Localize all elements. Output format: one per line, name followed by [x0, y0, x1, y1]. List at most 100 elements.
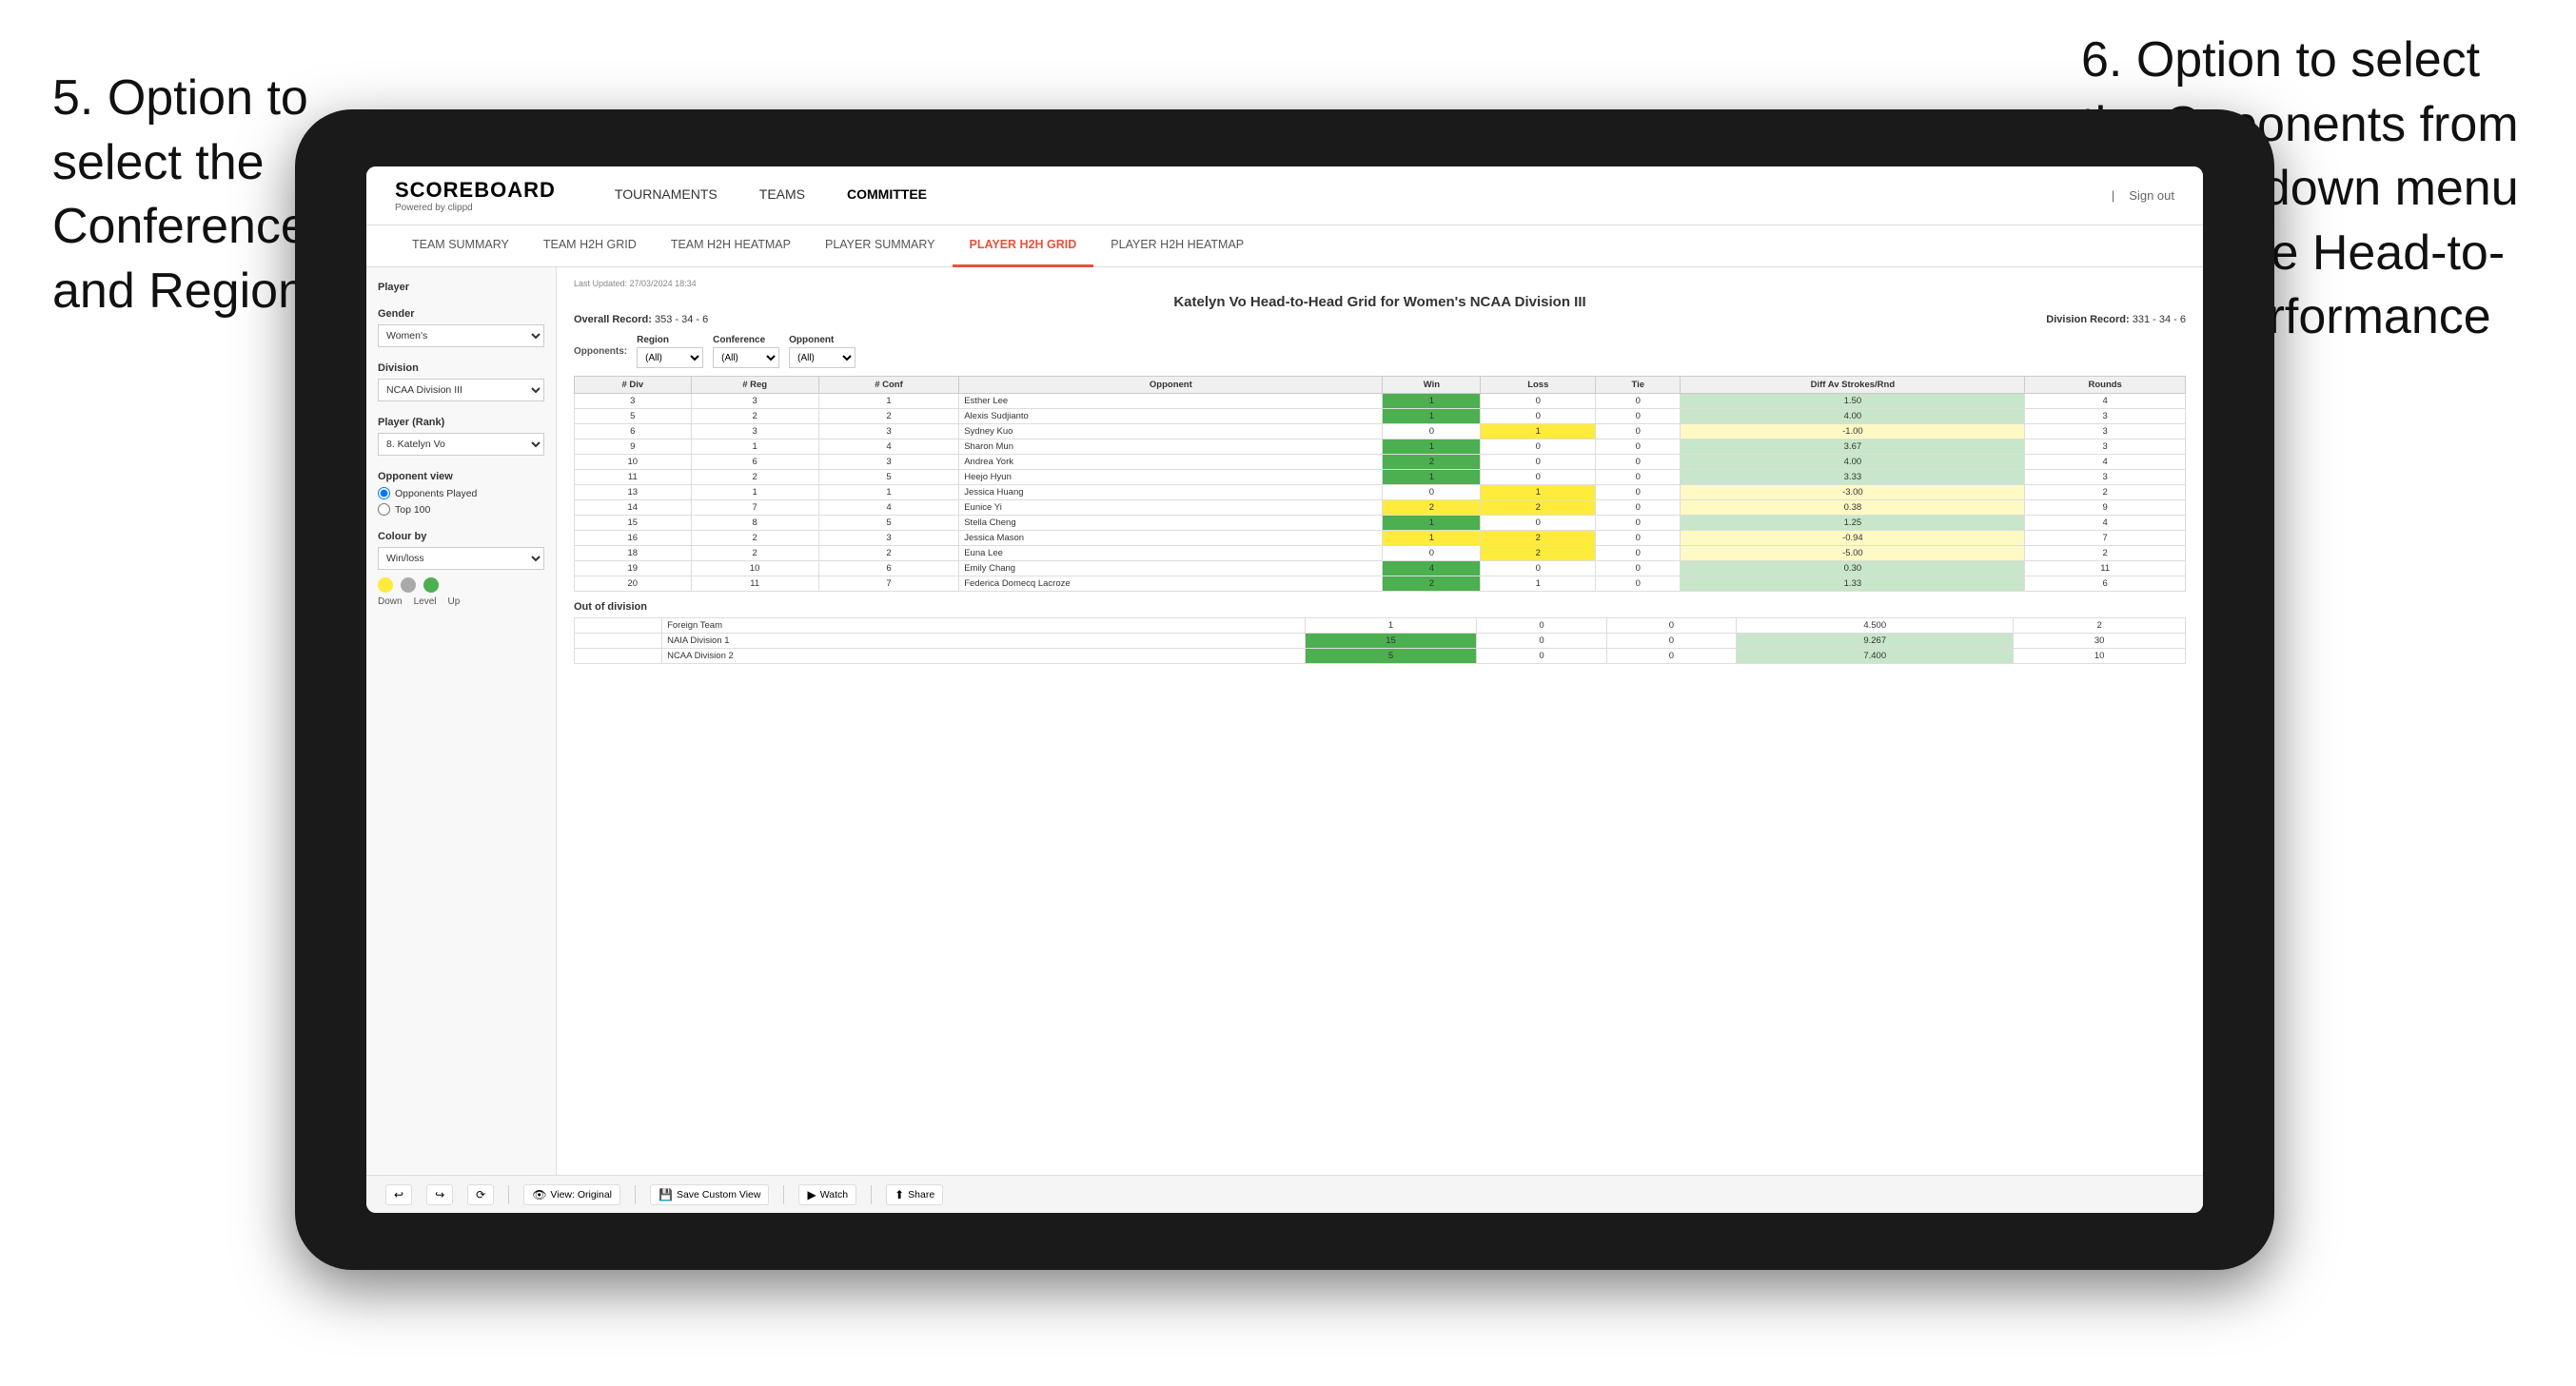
sidebar: Player Gender Women's Division NCAA Divi… — [366, 267, 557, 1175]
nav-committee[interactable]: COMMITTEE — [826, 166, 948, 225]
col-opponent: Opponent — [959, 377, 1383, 394]
table-row: 19 10 6 Emily Chang 4 0 0 0.30 11 — [575, 561, 2186, 576]
division-record: Division Record: 331 - 34 - 6 — [2046, 314, 2186, 325]
table-row: NAIA Division 1 15 0 0 9.267 30 — [575, 634, 2186, 649]
table-row: 11 2 5 Heejo Hyun 1 0 0 3.33 3 — [575, 470, 2186, 485]
logo-sub: Powered by clippd — [395, 203, 556, 213]
last-updated: Last Updated: 27/03/2024 18:34 — [574, 279, 2186, 288]
main-data-table: # Div # Reg # Conf Opponent Win Loss Tie… — [574, 376, 2186, 592]
save-custom-view-button[interactable]: 💾 Save Custom View — [650, 1184, 769, 1205]
tablet-screen: SCOREBOARD Powered by clippd TOURNAMENTS… — [366, 166, 2203, 1213]
opponent-select[interactable]: (All) — [789, 347, 855, 368]
table-row: 16 2 3 Jessica Mason 1 2 0 -0.94 7 — [575, 531, 2186, 546]
watch-icon: ▶ — [807, 1188, 816, 1201]
nav-right: | Sign out — [2112, 188, 2174, 203]
region-filter-group: Region (All) — [637, 335, 703, 368]
sign-out-link[interactable]: Sign out — [2129, 188, 2174, 203]
conference-select[interactable]: (All) — [713, 347, 779, 368]
col-tie: Tie — [1596, 377, 1681, 394]
radio-top-100[interactable]: Top 100 — [378, 503, 544, 516]
nav-tournaments[interactable]: TOURNAMENTS — [594, 166, 738, 225]
sidebar-division-section: Division NCAA Division III — [378, 362, 544, 401]
nav-teams[interactable]: TEAMS — [738, 166, 826, 225]
region-select[interactable]: (All) — [637, 347, 703, 368]
view-original-button[interactable]: 👁 View: Original — [523, 1184, 620, 1205]
radio-opponents-played[interactable]: Opponents Played — [378, 487, 544, 499]
filter-section: Opponents: Region (All) Conference (All) — [574, 335, 2186, 368]
color-indicators — [378, 577, 544, 593]
color-dot-level — [401, 577, 416, 593]
logo-text: SCOREBOARD — [395, 178, 556, 203]
watch-button[interactable]: ▶ Watch — [798, 1184, 856, 1205]
save-custom-label: Save Custom View — [677, 1189, 761, 1201]
table-row: 10 6 3 Andrea York 2 0 0 4.00 4 — [575, 455, 2186, 470]
sidebar-opponent-view-section: Opponent view Opponents Played Top 100 — [378, 471, 544, 516]
share-label: Share — [908, 1189, 934, 1201]
colour-by-select[interactable]: Win/loss — [378, 547, 544, 570]
toolbar-sep-3 — [783, 1185, 784, 1204]
nav-separator: | — [2112, 188, 2114, 203]
subnav-team-summary[interactable]: TEAM SUMMARY — [395, 225, 526, 267]
top-nav: SCOREBOARD Powered by clippd TOURNAMENTS… — [366, 166, 2203, 225]
out-of-division-header: Out of division — [574, 601, 2186, 613]
redo-button[interactable]: ↪ — [426, 1184, 453, 1205]
opponent-view-label: Opponent view — [378, 471, 544, 482]
col-reg: # Reg — [691, 377, 818, 394]
division-label: Division — [378, 362, 544, 374]
sidebar-gender-section: Gender Women's — [378, 308, 544, 347]
table-row: 14 7 4 Eunice Yi 2 2 0 0.38 9 — [575, 500, 2186, 516]
watch-label: Watch — [820, 1189, 848, 1201]
col-win: Win — [1383, 377, 1481, 394]
refresh-icon: ⟳ — [476, 1188, 485, 1201]
subnav-team-h2h-grid[interactable]: TEAM H2H GRID — [526, 225, 654, 267]
player-label: Player — [378, 282, 544, 293]
table-row: 3 3 1 Esther Lee 1 0 0 1.50 4 — [575, 394, 2186, 409]
eye-icon: 👁 — [532, 1188, 546, 1201]
conference-filter-label: Conference — [713, 335, 779, 345]
table-row: 5 2 2 Alexis Sudjianto 1 0 0 4.00 3 — [575, 409, 2186, 424]
nav-items: TOURNAMENTS TEAMS COMMITTEE — [594, 166, 2112, 225]
table-row: 20 11 7 Federica Domecq Lacroze 2 1 0 1.… — [575, 576, 2186, 592]
share-button[interactable]: ⬆ Share — [886, 1184, 943, 1205]
opponent-filter-label: Opponent — [789, 335, 855, 345]
undo-button[interactable]: ↩ — [385, 1184, 412, 1205]
logo-area: SCOREBOARD Powered by clippd — [395, 178, 556, 213]
record-row: Overall Record: 353 - 34 - 6 Division Re… — [574, 314, 2186, 325]
refresh-button[interactable]: ⟳ — [467, 1184, 494, 1205]
division-select[interactable]: NCAA Division III — [378, 379, 544, 401]
table-row: Foreign Team 1 0 0 4.500 2 — [575, 618, 2186, 634]
color-dot-down — [378, 577, 393, 593]
color-label-level: Level — [414, 596, 437, 607]
player-rank-label: Player (Rank) — [378, 417, 544, 428]
colour-by-label: Colour by — [378, 531, 544, 542]
share-icon: ⬆ — [895, 1188, 904, 1201]
toolbar-sep-2 — [635, 1185, 636, 1204]
subnav-team-h2h-heatmap[interactable]: TEAM H2H HEATMAP — [654, 225, 808, 267]
table-row: 9 1 4 Sharon Mun 1 0 0 3.67 3 — [575, 439, 2186, 455]
player-rank-select[interactable]: 8. Katelyn Vo — [378, 433, 544, 456]
subnav-player-summary[interactable]: PLAYER SUMMARY — [808, 225, 953, 267]
opponent-filter-group: Opponent (All) — [789, 335, 855, 368]
toolbar-sep-1 — [508, 1185, 509, 1204]
tablet-device: SCOREBOARD Powered by clippd TOURNAMENTS… — [295, 109, 2274, 1270]
subnav-player-h2h-grid[interactable]: PLAYER H2H GRID — [953, 225, 1094, 267]
filter-row: Opponents: Region (All) Conference (All) — [574, 335, 2186, 368]
col-rounds: Rounds — [2025, 377, 2186, 394]
table-row: NCAA Division 2 5 0 0 7.400 10 — [575, 649, 2186, 664]
view-original-label: View: Original — [550, 1189, 612, 1201]
color-label-down: Down — [378, 596, 403, 607]
subnav-player-h2h-heatmap[interactable]: PLAYER H2H HEATMAP — [1093, 225, 1261, 267]
sidebar-player-rank-section: Player (Rank) 8. Katelyn Vo — [378, 417, 544, 456]
col-diff: Diff Av Strokes/Rnd — [1681, 377, 2025, 394]
out-of-division-table: Foreign Team 1 0 0 4.500 2 NAIA Division… — [574, 617, 2186, 664]
gender-label: Gender — [378, 308, 544, 320]
report-title: Katelyn Vo Head-to-Head Grid for Women's… — [574, 294, 2186, 310]
opponents-label: Opponents: — [574, 346, 627, 357]
gender-select[interactable]: Women's — [378, 324, 544, 347]
conference-filter-group: Conference (All) — [713, 335, 779, 368]
content-panel: Last Updated: 27/03/2024 18:34 Katelyn V… — [557, 267, 2203, 1175]
sub-nav: TEAM SUMMARY TEAM H2H GRID TEAM H2H HEAT… — [366, 225, 2203, 267]
redo-icon: ↪ — [435, 1188, 444, 1201]
col-loss: Loss — [1481, 377, 1596, 394]
toolbar-sep-4 — [871, 1185, 872, 1204]
